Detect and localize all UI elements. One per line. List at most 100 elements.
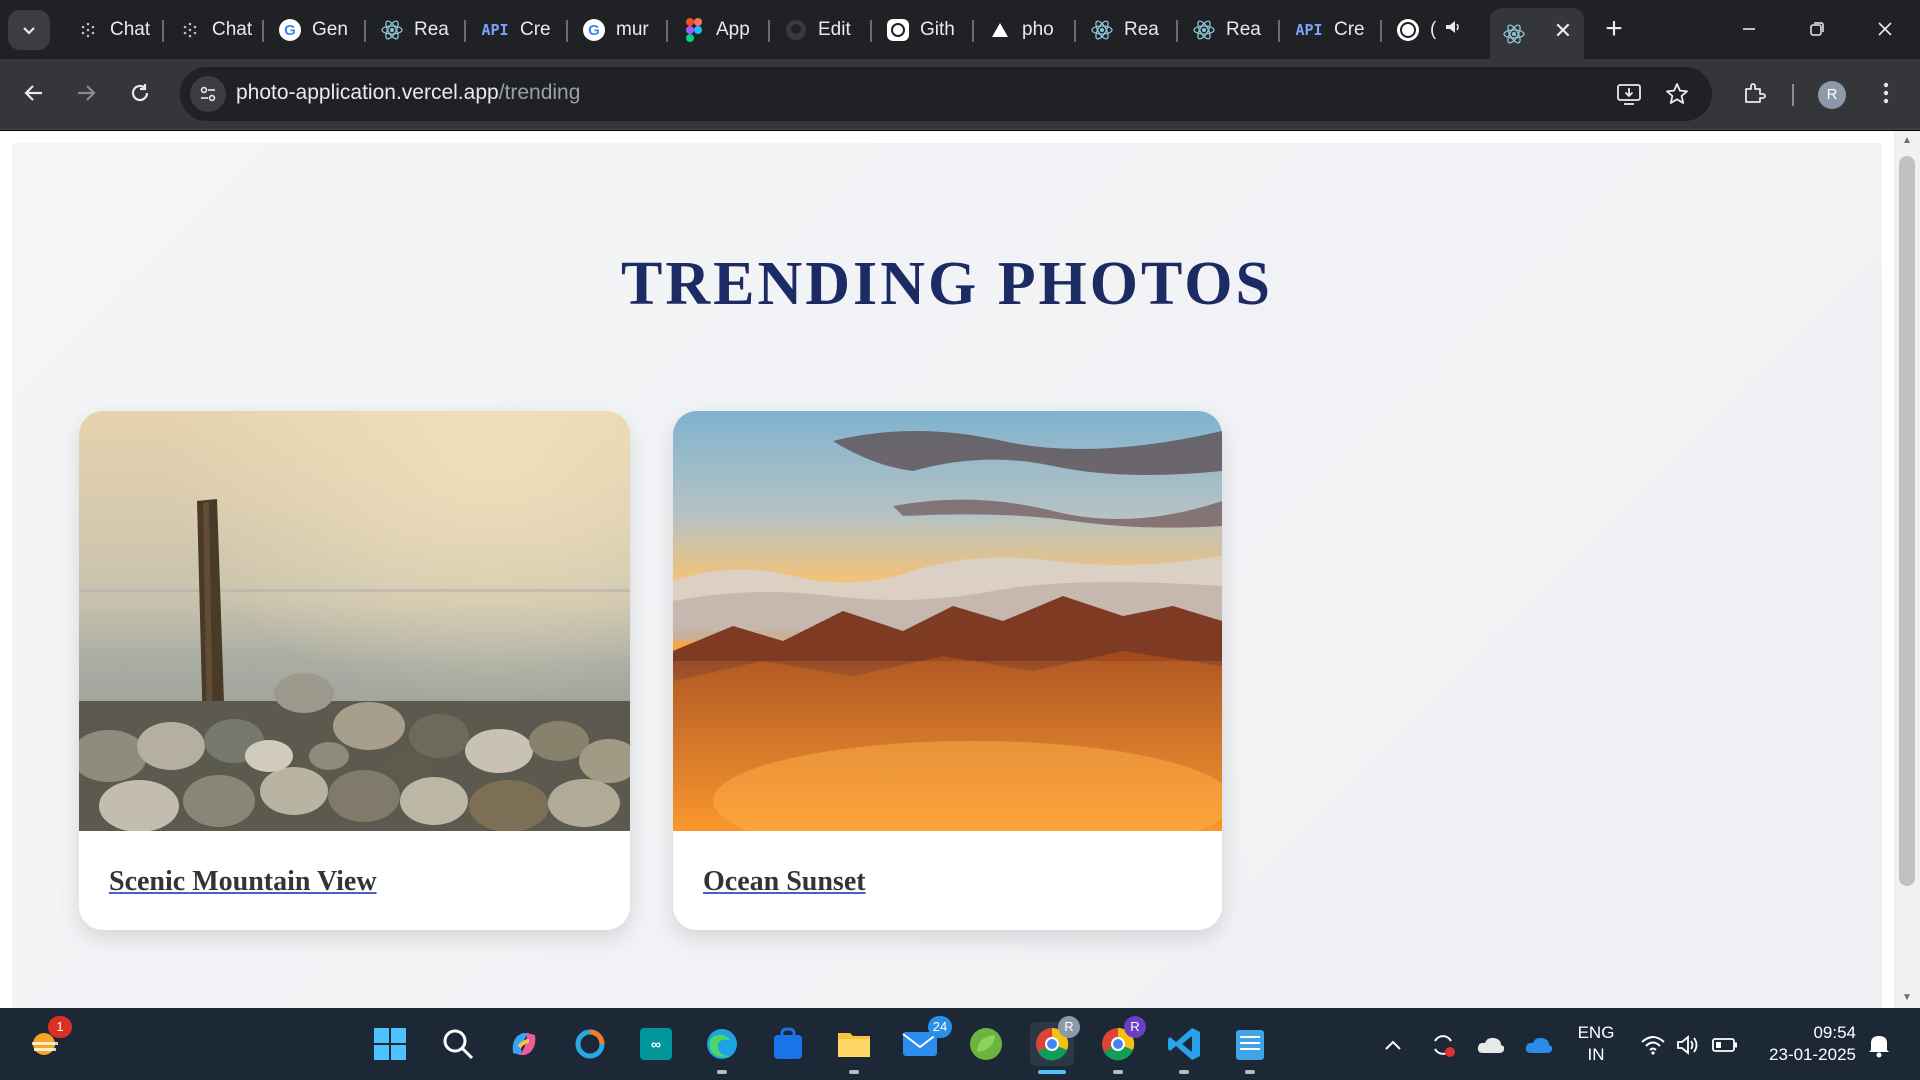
sync-status-button[interactable] bbox=[1428, 1030, 1458, 1060]
svg-text:G: G bbox=[284, 22, 296, 39]
battery-icon[interactable] bbox=[1710, 1030, 1740, 1060]
folder-icon bbox=[838, 1033, 870, 1057]
tab-separator bbox=[464, 20, 466, 42]
tab-chat-1[interactable]: Chat bbox=[64, 8, 162, 52]
back-button[interactable] bbox=[14, 73, 54, 113]
url-host: photo-application.vercel.app bbox=[236, 81, 499, 104]
scrollbar-thumb[interactable] bbox=[1899, 156, 1915, 886]
tab-strip: Chat Chat G Gen Rea API Cre G mur App Ed… bbox=[0, 0, 1920, 59]
tab-react-3[interactable]: Rea bbox=[1180, 8, 1278, 52]
photo-image-mountain-sunset[interactable] bbox=[673, 411, 1222, 831]
clock-date: 23-01-2025 bbox=[1769, 1045, 1856, 1064]
photo-image-rocks-lake[interactable] bbox=[79, 411, 630, 831]
install-app-button[interactable] bbox=[1614, 79, 1644, 109]
minimize-button[interactable] bbox=[1734, 14, 1764, 44]
chatgpt-icon bbox=[886, 18, 910, 42]
arduino-button[interactable]: ∞ bbox=[634, 1022, 678, 1066]
profile-avatar[interactable]: R bbox=[1818, 81, 1846, 109]
clock[interactable]: 09:54 23-01-2025 bbox=[1752, 1022, 1856, 1066]
extensions-button[interactable] bbox=[1734, 73, 1774, 113]
edge-icon bbox=[707, 1029, 737, 1059]
notifications-button[interactable] bbox=[1864, 1030, 1894, 1060]
language-indicator[interactable]: ENG IN bbox=[1570, 1022, 1622, 1066]
scroll-down-arrow-icon[interactable]: ▼ bbox=[1901, 992, 1913, 1004]
reload-button[interactable] bbox=[120, 73, 160, 113]
menu-button[interactable] bbox=[1866, 73, 1906, 113]
photo-card[interactable]: Scenic Mountain View bbox=[79, 411, 630, 930]
url-text[interactable]: photo-application.vercel.app/trending bbox=[236, 81, 580, 105]
cloud-blue-icon bbox=[1525, 1037, 1553, 1053]
arduino-icon: ∞ bbox=[640, 1028, 672, 1060]
tab-separator bbox=[1278, 20, 1280, 42]
weather-widget[interactable]: 1 bbox=[24, 1016, 72, 1066]
speaker-icon[interactable] bbox=[1444, 18, 1462, 42]
file-explorer-button[interactable] bbox=[832, 1022, 876, 1074]
tab-separator bbox=[870, 20, 872, 42]
volume-icon[interactable] bbox=[1674, 1030, 1704, 1060]
close-tab-icon[interactable]: ✕ bbox=[1552, 20, 1574, 42]
photo-card[interactable]: Ocean Sunset bbox=[673, 411, 1222, 930]
page-title: TRENDING PHOTOS bbox=[621, 250, 1273, 318]
bookmark-button[interactable] bbox=[1662, 79, 1692, 109]
vercel-icon bbox=[988, 18, 1012, 42]
tab-chat-2[interactable]: Chat bbox=[166, 8, 262, 52]
photo-caption-link[interactable]: Ocean Sunset bbox=[703, 866, 866, 898]
tab-gen[interactable]: G Gen bbox=[266, 8, 364, 52]
forward-button[interactable] bbox=[66, 73, 106, 113]
api-icon: API bbox=[1295, 21, 1323, 39]
copilot-button[interactable] bbox=[502, 1022, 546, 1066]
svg-text:∞: ∞ bbox=[651, 1036, 661, 1052]
tab-figma[interactable]: App bbox=[670, 8, 768, 52]
site-info-button[interactable] bbox=[190, 76, 226, 112]
address-bar[interactable]: photo-application.vercel.app/trending bbox=[180, 67, 1712, 121]
close-window-button[interactable] bbox=[1870, 14, 1900, 44]
store-icon bbox=[774, 1027, 802, 1059]
tab-edit[interactable]: Edit bbox=[772, 8, 870, 52]
tab-search-button[interactable] bbox=[8, 10, 50, 50]
page-scrollbar[interactable]: ▲ ▼ bbox=[1894, 131, 1920, 1008]
onedrive-personal-icon[interactable] bbox=[1476, 1030, 1506, 1060]
onedrive-business-icon[interactable] bbox=[1524, 1030, 1554, 1060]
show-hidden-icons-button[interactable] bbox=[1378, 1030, 1408, 1060]
store-button[interactable] bbox=[766, 1022, 810, 1066]
tab-api-1[interactable]: API Cre bbox=[468, 8, 566, 52]
notepad-icon bbox=[1236, 1030, 1264, 1060]
search-icon bbox=[443, 1029, 474, 1060]
tab-separator bbox=[666, 20, 668, 42]
restore-button[interactable] bbox=[1802, 14, 1832, 44]
cloud-icon bbox=[1477, 1037, 1505, 1053]
install-app-icon bbox=[1617, 84, 1641, 105]
arrow-right-icon bbox=[78, 85, 96, 101]
notepad-button[interactable] bbox=[1228, 1022, 1272, 1074]
tab-react-1[interactable]: Rea bbox=[368, 8, 464, 52]
mail-button[interactable]: 24 bbox=[898, 1016, 952, 1066]
tab-whatsapp[interactable]: ( bbox=[1384, 8, 1488, 52]
copilot-icon bbox=[512, 1033, 536, 1055]
vscode-button[interactable] bbox=[1162, 1022, 1206, 1074]
github-icon bbox=[784, 18, 808, 42]
tab-vercel[interactable]: pho bbox=[976, 8, 1074, 52]
spring-tool-button[interactable] bbox=[964, 1022, 1008, 1066]
chrome-profile-1-button[interactable]: R bbox=[1030, 1016, 1080, 1074]
tab-react-2[interactable]: Rea bbox=[1078, 8, 1176, 52]
tab-active-trending[interactable]: ✕ bbox=[1490, 8, 1584, 59]
chevron-up-icon bbox=[1385, 1040, 1401, 1050]
tab-api-2[interactable]: API Cre bbox=[1282, 8, 1380, 52]
wifi-icon[interactable] bbox=[1638, 1030, 1668, 1060]
edge-button[interactable] bbox=[700, 1022, 744, 1074]
tab-github[interactable]: Gith bbox=[874, 8, 972, 52]
running-indicator bbox=[849, 1070, 859, 1074]
scroll-up-arrow-icon[interactable]: ▲ bbox=[1901, 135, 1913, 147]
start-button[interactable] bbox=[368, 1022, 412, 1066]
language-line-2: IN bbox=[1587, 1045, 1605, 1064]
openai-icon bbox=[76, 18, 100, 42]
chrome-profile-2-button[interactable]: R bbox=[1096, 1016, 1146, 1074]
taskbar-search-button[interactable] bbox=[436, 1022, 480, 1066]
react-icon bbox=[380, 18, 404, 42]
new-tab-button[interactable]: + bbox=[1596, 12, 1632, 48]
leaf-icon bbox=[970, 1028, 1002, 1060]
photo-caption-link[interactable]: Scenic Mountain View bbox=[109, 866, 377, 898]
tab-google-mur[interactable]: G mur bbox=[570, 8, 666, 52]
tab-separator bbox=[1176, 20, 1178, 42]
app-ring-button[interactable] bbox=[568, 1022, 612, 1066]
